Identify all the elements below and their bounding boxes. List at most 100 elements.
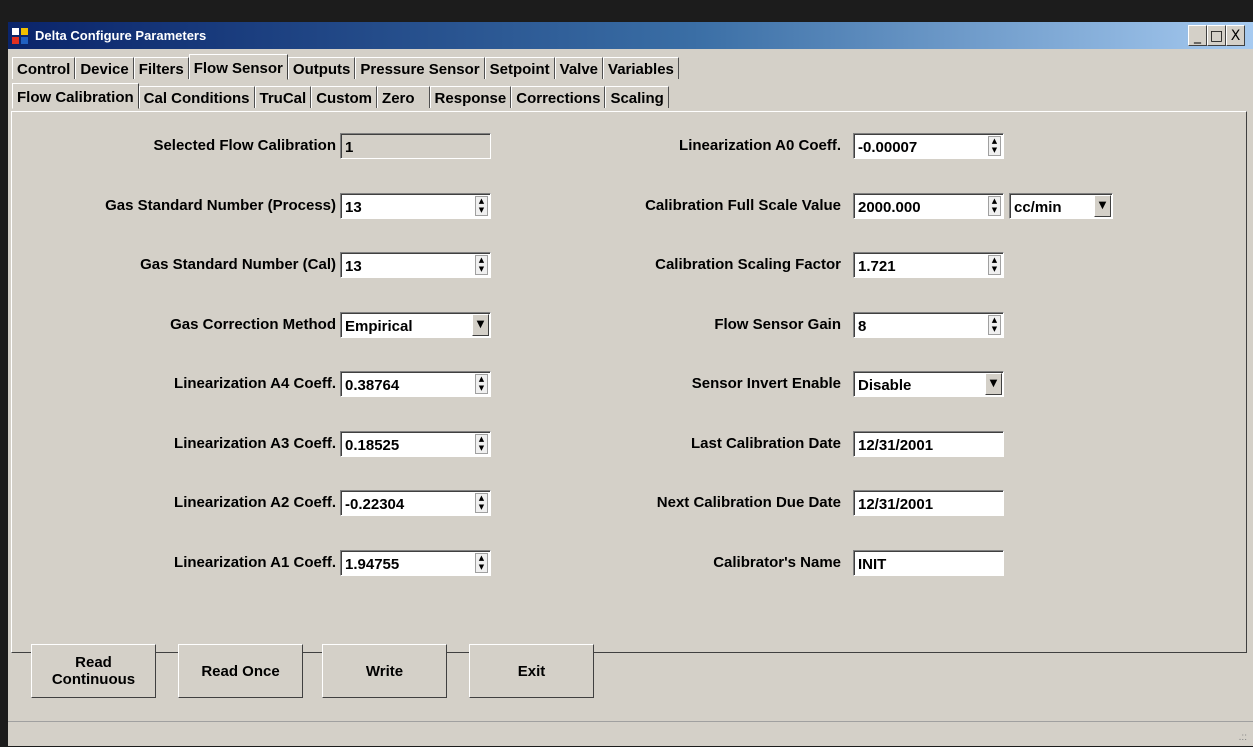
tab-scaling[interactable]: Scaling <box>605 86 669 108</box>
label-linearization-a4: Linearization A4 Coeff. <box>174 375 336 392</box>
app-icon <box>12 28 28 44</box>
selected-flow-calibration-field: 1 <box>340 133 491 159</box>
tab-cal-conditions[interactable]: Cal Conditions <box>138 86 255 108</box>
linearization-a4-stepper[interactable]: 0.38764 ▲ ▼ <box>340 371 491 397</box>
chevron-down-icon[interactable]: ▼ <box>472 314 489 336</box>
label-linearization-a3: Linearization A3 Coeff. <box>174 435 336 452</box>
label-gas-correction-method: Gas Correction Method <box>170 316 336 333</box>
gas-standard-cal-stepper[interactable]: 13 ▲ ▼ <box>340 252 491 278</box>
label-last-calibration-date: Last Calibration Date <box>690 435 841 452</box>
exit-label: Exit <box>517 662 546 680</box>
label-linearization-a2: Linearization A2 Coeff. <box>174 494 336 511</box>
label-selected-flow-calibration: Selected Flow Calibration <box>153 137 336 154</box>
linearization-a2-stepper[interactable]: -0.22304 ▲ ▼ <box>340 490 491 516</box>
label-calibration-scaling-factor: Calibration Scaling Factor <box>655 256 841 273</box>
label-flow-sensor-gain: Flow Sensor Gain <box>714 316 841 333</box>
main-tab-strip: Control Device Filters Flow Sensor Outpu… <box>12 54 679 81</box>
spinner-icon[interactable]: ▲ ▼ <box>988 136 1001 156</box>
write-label: Write <box>365 662 404 680</box>
spinner-icon[interactable]: ▲ ▼ <box>475 493 488 513</box>
resize-grip-icon[interactable]: .:: <box>1239 732 1247 743</box>
exit-button[interactable]: Exit <box>469 644 594 698</box>
tab-zero[interactable]: Zero <box>377 86 430 108</box>
chevron-down-icon[interactable]: ▼ <box>985 373 1002 395</box>
spinner-icon[interactable]: ▲ ▼ <box>988 196 1001 216</box>
minimize-button[interactable]: _ <box>1188 25 1207 46</box>
flow-unit-value: cc/min <box>1014 199 1062 216</box>
last-calibration-date-field[interactable]: 12/31/2001 <box>853 431 1004 457</box>
tab-flow-calibration[interactable]: Flow Calibration <box>12 83 139 109</box>
read-continuous-button[interactable]: Read Continuous <box>31 644 156 698</box>
flow-unit-select[interactable]: cc/min ▼ <box>1009 193 1113 219</box>
tab-corrections[interactable]: Corrections <box>511 86 606 108</box>
label-calibration-full-scale: Calibration Full Scale Value <box>645 197 841 214</box>
label-gas-standard-process: Gas Standard Number (Process) <box>105 197 336 214</box>
flow-sensor-gain-stepper[interactable]: 8 ▲ ▼ <box>853 312 1004 338</box>
spinner-icon[interactable]: ▲ ▼ <box>988 255 1001 275</box>
linearization-a1-stepper[interactable]: 1.94755 ▲ ▼ <box>340 550 491 576</box>
tab-setpoint[interactable]: Setpoint <box>484 57 555 79</box>
calibration-scaling-factor-value: 1.721 <box>858 258 896 275</box>
close-button[interactable]: X <box>1226 25 1245 46</box>
sensor-invert-enable-value: Disable <box>858 377 912 394</box>
label-calibrator-name: Calibrator's Name <box>713 554 841 571</box>
tab-valve[interactable]: Valve <box>554 57 604 79</box>
calibrator-name-value: INIT <box>858 556 887 573</box>
gas-correction-method-select[interactable]: Empirical ▼ <box>340 312 491 338</box>
spinner-icon[interactable]: ▲ ▼ <box>475 196 488 216</box>
title-bar: Delta Configure Parameters _ □ X <box>8 22 1253 49</box>
calibration-full-scale-value: 2000.000 <box>858 199 921 216</box>
spinner-icon[interactable]: ▲ ▼ <box>475 553 488 573</box>
tab-outputs[interactable]: Outputs <box>287 57 356 79</box>
chevron-down-icon[interactable]: ▼ <box>1094 195 1111 217</box>
next-calibration-date-value: 12/31/2001 <box>858 496 934 513</box>
spinner-icon[interactable]: ▲ ▼ <box>475 374 488 394</box>
tab-filters[interactable]: Filters <box>133 57 189 79</box>
spinner-icon[interactable]: ▲ ▼ <box>475 255 488 275</box>
calibrator-name-field[interactable]: INIT <box>853 550 1004 576</box>
linearization-a3-stepper[interactable]: 0.18525 ▲ ▼ <box>340 431 491 457</box>
read-continuous-label-line2: Continuous <box>51 671 136 688</box>
tab-response[interactable]: Response <box>429 86 512 108</box>
tab-variables[interactable]: Variables <box>603 57 679 79</box>
linearization-a4-value: 0.38764 <box>345 377 400 394</box>
sub-tab-strip: Flow Calibration Cal Conditions TruCal C… <box>12 83 669 110</box>
gas-standard-process-stepper[interactable]: 13 ▲ ▼ <box>340 193 491 219</box>
tab-device[interactable]: Device <box>75 57 134 79</box>
label-gas-standard-cal: Gas Standard Number (Cal) <box>140 256 336 273</box>
sensor-invert-enable-select[interactable]: Disable ▼ <box>853 371 1004 397</box>
flow-sensor-gain-value: 8 <box>858 318 867 335</box>
spinner-icon[interactable]: ▲ ▼ <box>988 315 1001 335</box>
spinner-icon[interactable]: ▲ ▼ <box>475 434 488 454</box>
window-title: Delta Configure Parameters <box>35 28 207 43</box>
main-window: Delta Configure Parameters _ □ X Control… <box>8 22 1253 746</box>
next-calibration-date-field[interactable]: 12/31/2001 <box>853 490 1004 516</box>
calibration-full-scale-stepper[interactable]: 2000.000 ▲ ▼ <box>853 193 1004 219</box>
selected-flow-calibration-value: 1 <box>345 139 354 156</box>
linearization-a2-value: -0.22304 <box>345 496 405 513</box>
linearization-a1-value: 1.94755 <box>345 556 400 573</box>
linearization-a3-value: 0.18525 <box>345 437 400 454</box>
tab-custom[interactable]: Custom <box>311 86 378 108</box>
status-bar: .:: <box>8 721 1253 747</box>
gas-correction-method-value: Empirical <box>345 318 413 335</box>
tab-pressure-sensor[interactable]: Pressure Sensor <box>355 57 485 79</box>
label-linearization-a0: Linearization A0 Coeff. <box>679 137 841 154</box>
maximize-button[interactable]: □ <box>1207 25 1226 46</box>
linearization-a0-stepper[interactable]: -0.00007 ▲ ▼ <box>853 133 1004 159</box>
label-linearization-a1: Linearization A1 Coeff. <box>174 554 336 571</box>
tab-trucal[interactable]: TruCal <box>254 86 312 108</box>
calibration-scaling-factor-stepper[interactable]: 1.721 ▲ ▼ <box>853 252 1004 278</box>
label-next-calibration-date: Next Calibration Due Date <box>656 494 841 511</box>
label-sensor-invert-enable: Sensor Invert Enable <box>691 375 841 392</box>
gas-standard-process-value: 13 <box>345 199 362 216</box>
tab-control[interactable]: Control <box>12 57 76 79</box>
read-continuous-label-line1: Read <box>75 654 112 671</box>
read-once-label: Read Once <box>201 662 280 680</box>
write-button[interactable]: Write <box>322 644 447 698</box>
tab-flow-sensor[interactable]: Flow Sensor <box>188 54 288 80</box>
gas-standard-cal-value: 13 <box>345 258 362 275</box>
read-once-button[interactable]: Read Once <box>178 644 303 698</box>
linearization-a0-value: -0.00007 <box>858 139 918 156</box>
last-calibration-date-value: 12/31/2001 <box>858 437 934 454</box>
